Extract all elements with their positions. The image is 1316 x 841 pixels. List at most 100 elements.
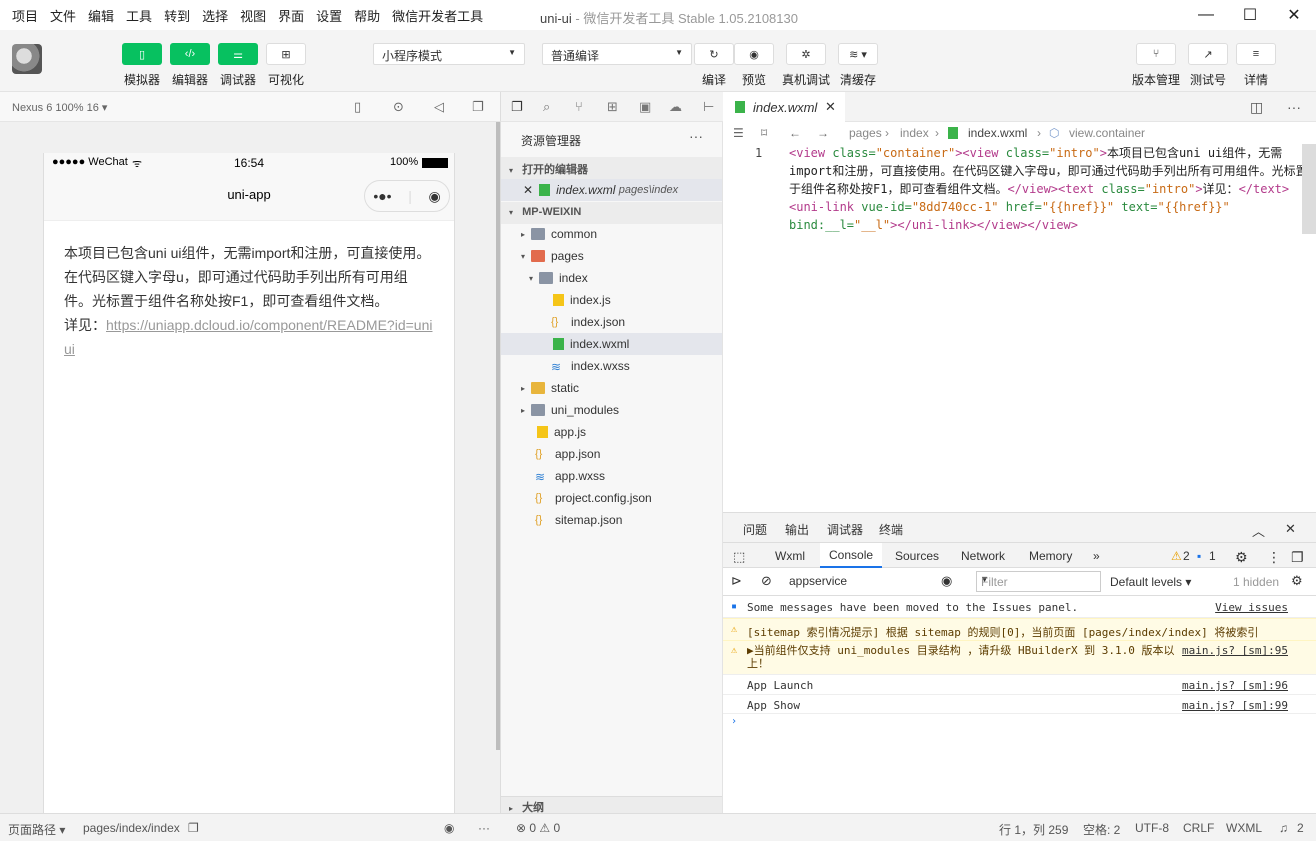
close-icon[interactable]: ✕ <box>1272 0 1316 30</box>
tab-terminal[interactable]: 终端 <box>879 521 903 538</box>
kebab-icon[interactable]: ⋮ <box>1267 549 1281 566</box>
source-control-icon[interactable]: ⑂ <box>575 99 583 114</box>
context-select[interactable]: appservice ▼ <box>789 574 989 588</box>
chevron-up-icon[interactable]: ︿ <box>1252 521 1265 540</box>
levels-select[interactable]: Default levels ▾ <box>1110 575 1191 589</box>
details-button[interactable]: ≡ <box>1236 43 1276 65</box>
info-count[interactable]: 1 <box>1209 549 1216 563</box>
console-prompt[interactable]: › <box>723 715 1316 733</box>
more-icon[interactable]: ··· <box>689 128 703 144</box>
close-panel-icon[interactable]: ✕ <box>1285 521 1296 537</box>
more-icon[interactable]: ··· <box>1287 99 1301 115</box>
close-target-icon[interactable]: ◉ <box>428 188 440 205</box>
error-count[interactable]: ⊗ 0 ⚠ 0 <box>516 821 560 835</box>
cursor-position[interactable]: 行 1，列 259 <box>999 821 1068 838</box>
tab-problems[interactable]: 问题 <box>743 521 767 538</box>
gear-icon[interactable]: ⚙ <box>1291 573 1303 589</box>
page-path-select[interactable]: 页面路径 ▾ <box>8 821 65 838</box>
capsule-button[interactable]: •●• | ◉ <box>364 180 450 212</box>
more-icon[interactable]: ··· <box>478 821 490 835</box>
menu-view[interactable]: 视图 <box>234 6 272 25</box>
eye-icon[interactable]: ◉ <box>444 821 454 835</box>
tab-memory[interactable]: Memory <box>1029 549 1072 563</box>
real-debug-button[interactable]: ✲ <box>786 43 826 65</box>
more-tabs-icon[interactable]: » <box>1093 549 1100 563</box>
preview-button[interactable]: ◉ <box>734 43 774 65</box>
tree-item-pages[interactable]: ▾ pages <box>501 245 722 267</box>
compile-select[interactable]: 普通编译 ▼ <box>542 43 692 65</box>
tree-item-sitemap[interactable]: {} sitemap.json <box>501 509 722 531</box>
debug-panel-icon[interactable]: ▣ <box>639 99 651 115</box>
close-icon[interactable]: ✕ <box>523 183 533 197</box>
volume-icon[interactable]: ◁ <box>434 99 444 115</box>
open-editors-section[interactable]: ▾ 打开的编辑器 <box>501 157 722 179</box>
notification-count[interactable]: 2 <box>1297 821 1304 835</box>
avatar[interactable] <box>12 44 42 74</box>
copy-icon[interactable]: ❐ <box>188 821 199 835</box>
dock-icon[interactable]: ❐ <box>1291 549 1304 566</box>
tree-item-index-js[interactable]: index.js <box>501 289 722 311</box>
project-section[interactable]: ▾ MP-WEIXIN <box>501 202 722 224</box>
editor-scrollbar[interactable] <box>1302 144 1316 234</box>
tree-item-uni-modules[interactable]: ▸ uni_modules <box>501 399 722 421</box>
language-mode[interactable]: WXML <box>1226 821 1262 835</box>
debugger-toggle-button[interactable]: ⚌ <box>218 43 258 65</box>
split-editor-icon[interactable]: ◫ <box>1250 99 1263 116</box>
tab-network[interactable]: Network <box>961 549 1005 563</box>
menu-goto[interactable]: 转到 <box>158 6 196 25</box>
stop-icon[interactable]: ⊙ <box>393 99 404 115</box>
menu-select[interactable]: 选择 <box>196 6 234 25</box>
windows-icon[interactable]: ❐ <box>472 99 484 115</box>
version-mgmt-button[interactable]: ⑂ <box>1136 43 1176 65</box>
tab-console[interactable]: Console <box>820 543 883 568</box>
minimize-icon[interactable]: — <box>1184 0 1228 30</box>
line-ending[interactable]: CRLF <box>1183 821 1214 835</box>
device-select[interactable]: Nexus 6 100% 16 ▾ <box>12 101 107 114</box>
forward-arrow-icon[interactable]: → <box>817 126 829 140</box>
clear-console-icon[interactable]: ⊘ <box>761 573 772 589</box>
clear-cache-button[interactable]: ≋ ▾ <box>838 43 878 65</box>
extensions-icon[interactable]: ⊞ <box>607 99 618 115</box>
visual-toggle-button[interactable]: ⊞ <box>266 43 306 65</box>
maximize-icon[interactable]: ☐ <box>1228 0 1272 30</box>
tree-item-common[interactable]: ▸ common <box>501 223 722 245</box>
tree-item-index-wxml[interactable]: index.wxml <box>501 333 722 355</box>
tab-output[interactable]: 输出 <box>785 521 809 538</box>
search-icon[interactable]: ⌕ <box>543 99 550 115</box>
file-encoding[interactable]: UTF-8 <box>1135 821 1169 835</box>
source-link[interactable]: main.js? [sm]:95 <box>1182 644 1288 657</box>
open-editor-item[interactable]: ✕ index.wxml pages\index <box>501 179 722 201</box>
menu-file[interactable]: 文件 <box>44 6 82 25</box>
cloud-icon[interactable]: ☁ <box>669 99 682 115</box>
tree-item-index-folder[interactable]: ▾ index <box>501 267 722 289</box>
source-link[interactable]: main.js? [sm]:99 <box>1182 699 1288 712</box>
menu-wechat-devtools[interactable]: 微信开发者工具 <box>386 6 489 25</box>
breadcrumb-pages[interactable]: pages <box>849 126 882 140</box>
gear-icon[interactable]: ⚙ <box>1235 549 1248 566</box>
compile-button[interactable]: ↻ <box>694 43 734 65</box>
tree-item-app-json[interactable]: {} app.json <box>501 443 722 465</box>
breadcrumb-index[interactable]: index <box>900 126 929 140</box>
source-link[interactable]: main.js? [sm]:96 <box>1182 679 1288 692</box>
tree-item-app-wxss[interactable]: ≋ app.wxss <box>501 465 722 487</box>
breadcrumb-symbol[interactable]: view.container <box>1069 126 1145 140</box>
indent-spaces[interactable]: 空格: 2 <box>1083 821 1120 838</box>
outline-section[interactable]: ▸ 大纲 <box>501 796 722 814</box>
tree-item-index-wxss[interactable]: ≋ index.wxss <box>501 355 722 377</box>
back-arrow-icon[interactable]: ← <box>789 126 801 140</box>
tree-item-project-config[interactable]: {} project.config.json <box>501 487 722 509</box>
bell-icon[interactable]: ♫ <box>1279 821 1288 835</box>
eye-icon[interactable]: ◉ <box>941 573 952 589</box>
tab-wxml[interactable]: Wxml <box>775 549 805 563</box>
phone-icon[interactable]: ▯ <box>354 99 361 115</box>
test-account-button[interactable]: ↗ <box>1188 43 1228 65</box>
code-editor[interactable]: 1 <view class="container"><view class="i… <box>723 144 1316 512</box>
tree-item-app-js[interactable]: app.js <box>501 421 722 443</box>
warning-count[interactable]: 2 <box>1183 549 1190 563</box>
tab-debugger[interactable]: 调试器 <box>827 521 864 544</box>
tree-item-static[interactable]: ▸ static <box>501 377 722 399</box>
menu-tools[interactable]: 工具 <box>120 6 158 25</box>
tab-sources[interactable]: Sources <box>895 549 939 563</box>
menu-help[interactable]: 帮助 <box>348 6 386 25</box>
view-issues-link[interactable]: View issues <box>1215 601 1288 614</box>
